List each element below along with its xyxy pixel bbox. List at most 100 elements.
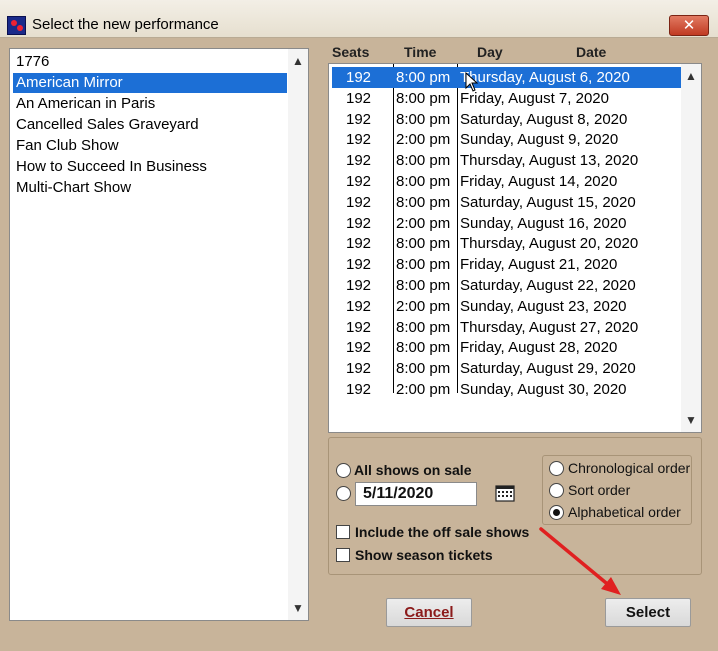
close-button[interactable]: ✕ [669, 15, 709, 36]
time-cell: 8:00 pm [396, 339, 451, 357]
time-cell: 8:00 pm [396, 235, 451, 253]
performance-row[interactable]: 192 8:00 pm Saturday, August 8, 2020 [332, 109, 682, 130]
day-date-cell: Friday, August 28, 2020 [460, 339, 618, 357]
include-off-sale-label: Include the off sale shows [355, 524, 530, 540]
chronological-label: Chronological order [568, 460, 691, 476]
seats-cell: 192 [346, 381, 372, 398]
seats-cell: 192 [346, 297, 372, 315]
app-icon [7, 16, 26, 35]
seats-cell: 192 [346, 214, 372, 232]
select-button[interactable]: Select [605, 598, 691, 627]
day-date-cell: Saturday, August 8, 2020 [460, 110, 628, 128]
day-date-cell: Friday, August 7, 2020 [460, 89, 609, 107]
window-title: Select the new performance [32, 16, 219, 33]
time-cell: 2:00 pm [396, 214, 451, 232]
performance-list-scrollbar[interactable]: ▲ ▼ [681, 64, 701, 432]
chevron-down-icon[interactable]: ▼ [288, 598, 308, 618]
alphabetical-label: Alphabetical order [568, 504, 681, 520]
show-item[interactable]: 1776 [13, 52, 287, 72]
seats-cell: 192 [346, 339, 372, 357]
sort-order-label: Sort order [568, 482, 631, 498]
performance-row[interactable]: 192 8:00 pm Thursday, August 27, 2020 [332, 317, 682, 338]
time-cell: 8:00 pm [396, 277, 451, 294]
show-item[interactable]: An American in Paris [13, 94, 287, 114]
seats-cell: 192 [346, 89, 372, 107]
mouse-cursor-icon [465, 72, 479, 92]
performance-row[interactable]: 192 8:00 pm Friday, August 28, 2020 [332, 337, 682, 358]
show-item[interactable]: Fan Club Show [13, 136, 287, 156]
time-cell: 8:00 pm [396, 89, 451, 107]
day-date-cell: Thursday, August 27, 2020 [460, 318, 639, 336]
performance-row[interactable]: 192 8:00 pm Friday, August 21, 2020 [332, 254, 682, 275]
day-date-cell: Thursday, August 13, 2020 [460, 152, 639, 170]
cancel-button[interactable]: Cancel [386, 598, 472, 627]
performance-row[interactable]: 192 8:00 pm Saturday, August 22, 2020 [332, 275, 682, 296]
seats-cell: 192 [346, 193, 372, 211]
date-radio[interactable] [336, 486, 351, 501]
time-cell: 2:00 pm [396, 297, 451, 315]
header-seats: Seats [332, 44, 370, 60]
performance-row[interactable]: 192 2:00 pm Sunday, August 30, 2020 [332, 379, 682, 400]
close-icon: ✕ [682, 17, 696, 34]
seats-cell: 192 [346, 235, 372, 253]
performance-row[interactable]: 192 8:00 pm Thursday, August 6, 2020 [332, 67, 682, 88]
include-off-sale-checkbox[interactable] [336, 525, 350, 539]
show-list-scrollbar[interactable]: ▲ ▼ [288, 49, 308, 620]
chronological-radio[interactable] [549, 461, 564, 476]
time-cell: 8:00 pm [396, 256, 451, 274]
cancel-button-label: Cancel [404, 604, 454, 621]
day-date-cell: Saturday, August 29, 2020 [460, 360, 636, 378]
chevron-down-icon[interactable]: ▼ [681, 410, 701, 430]
day-date-cell: Sunday, August 30, 2020 [460, 381, 627, 398]
day-date-cell: Saturday, August 22, 2020 [460, 277, 636, 294]
show-item-selected[interactable]: American Mirror [13, 73, 287, 93]
seats-cell: 192 [346, 173, 372, 190]
select-button-label: Select [625, 604, 671, 621]
header-date: Date [576, 44, 607, 60]
performance-row[interactable]: 192 8:00 pm Thursday, August 20, 2020 [332, 233, 682, 254]
seats-cell: 192 [346, 110, 372, 128]
sort-order-radio[interactable] [549, 483, 564, 498]
time-cell: 8:00 pm [396, 318, 451, 336]
performance-row[interactable]: 192 8:00 pm Friday, August 14, 2020 [332, 171, 682, 192]
performance-row[interactable]: 192 8:00 pm Saturday, August 15, 2020 [332, 192, 682, 213]
performance-row[interactable]: 192 8:00 pm Thursday, August 13, 2020 [332, 150, 682, 171]
time-cell: 8:00 pm [396, 110, 451, 128]
performance-row[interactable]: 192 2:00 pm Sunday, August 9, 2020 [332, 129, 682, 150]
time-cell: 8:00 pm [396, 69, 451, 86]
time-cell: 2:00 pm [396, 381, 451, 398]
day-date-cell: Saturday, August 15, 2020 [460, 193, 636, 211]
performance-row[interactable]: 192 8:00 pm Saturday, August 29, 2020 [332, 358, 682, 379]
time-cell: 8:00 pm [396, 173, 451, 190]
chevron-up-icon[interactable]: ▲ [681, 66, 701, 86]
day-date-cell: Sunday, August 9, 2020 [460, 131, 619, 149]
time-cell: 8:00 pm [396, 193, 451, 211]
day-date-cell: Thursday, August 20, 2020 [460, 235, 639, 253]
performance-row[interactable]: 192 2:00 pm Sunday, August 16, 2020 [332, 213, 682, 234]
date-input[interactable]: 5/11/2020 [355, 482, 477, 506]
all-shows-radio[interactable] [336, 463, 351, 478]
time-cell: 8:00 pm [396, 360, 451, 378]
header-day: Day [477, 44, 503, 60]
seats-cell: 192 [346, 69, 372, 86]
season-tickets-label: Show season tickets [355, 547, 493, 563]
red-arrow-annotation [539, 527, 621, 595]
time-cell: 8:00 pm [396, 152, 451, 170]
chevron-up-icon[interactable]: ▲ [288, 51, 308, 71]
performance-list[interactable]: 192 8:00 pm Thursday, August 6, 2020 192 8:0… [328, 63, 702, 433]
seats-cell: 192 [346, 131, 372, 149]
seats-cell: 192 [346, 256, 372, 274]
seats-cell: 192 [346, 152, 372, 170]
seats-cell: 192 [346, 277, 372, 294]
day-date-cell: Friday, August 21, 2020 [460, 256, 618, 274]
performance-row[interactable]: 192 2:00 pm Sunday, August 23, 2020 [332, 296, 682, 317]
performance-row[interactable]: 192 8:00 pm Friday, August 7, 2020 [332, 88, 682, 109]
day-date-cell: Sunday, August 23, 2020 [460, 297, 627, 315]
calendar-icon[interactable] [491, 483, 519, 505]
show-item[interactable]: How to Succeed In Business [13, 157, 287, 177]
season-tickets-checkbox[interactable] [336, 548, 350, 562]
show-item[interactable]: Cancelled Sales Graveyard [13, 115, 287, 135]
show-list[interactable]: 1776 American Mirror An American in Pari… [9, 48, 309, 621]
show-item[interactable]: Multi-Chart Show [13, 178, 287, 198]
alphabetical-radio[interactable] [549, 505, 564, 520]
